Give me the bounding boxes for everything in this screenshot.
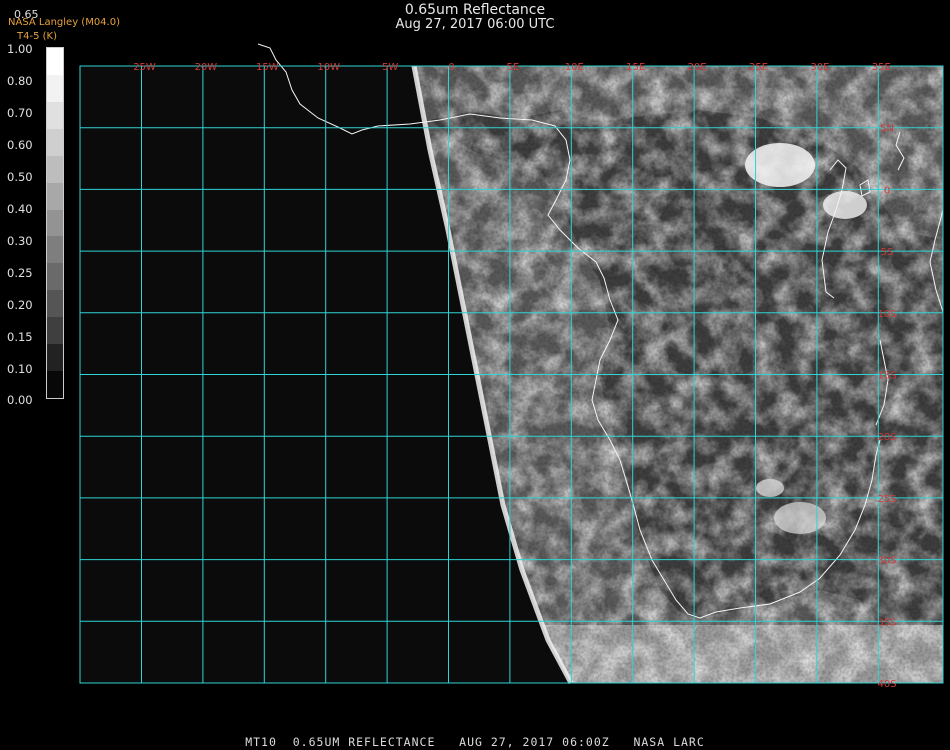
lat-label: 25S [877,494,896,505]
colorbar-tick-label: 0.70 [7,106,33,120]
colorbar-segment [47,209,63,237]
colorbar-segment [47,48,63,76]
lon-label: 25E [749,62,768,73]
lon-label: 35E [872,62,891,73]
colorbar-segment [47,344,63,372]
lon-label: 30E [810,62,829,73]
overlay-label: T4-5 (K) [17,31,57,42]
colorbar-segment [47,128,63,157]
colorbar-segment [47,236,63,264]
lon-label: 25W [133,62,156,73]
footer-caption: MT10 0.65UM REFLECTANCE AUG 27, 2017 06:… [245,735,705,749]
lon-label: 5E [507,62,520,73]
lat-label: 5N [880,124,894,135]
lon-label: 20E [688,62,707,73]
lat-label: 35S [877,617,896,628]
colorbar-segment [47,155,63,184]
colorbar-tick-label: 0.30 [7,234,33,248]
chart-title: 0.65um Reflectance [404,2,546,18]
chart-subtitle: Aug 27, 2017 06:00 UTC [395,17,555,32]
colorbar [46,47,64,399]
colorbar-tick-label: 0.60 [7,138,33,152]
colorbar-tick-label: 0.00 [7,393,33,407]
lat-label: 15S [877,371,896,382]
cloud-patch [774,502,826,534]
lon-label: 10E [565,62,584,73]
colorbar-segment [47,74,63,103]
lon-label: 15E [626,62,645,73]
colorbar-tick-label: 0.15 [7,330,33,344]
cloud-patch [823,191,867,219]
colorbar-segment [47,290,63,318]
lat-label: 5S [881,247,894,258]
lat-label: 30S [877,556,896,567]
colorbar-tick-label: 1.00 [7,42,33,56]
colorbar-segment [47,317,63,345]
lon-label: 5W [382,62,398,73]
colorbar-segment [47,182,63,211]
colorbar-tick-label: 0.25 [7,266,33,280]
lat-label: 10S [877,309,896,320]
colorbar-tick-label: 0.40 [7,202,33,216]
colorbar-tick-label: 0.10 [7,362,33,376]
lon-label: 20W [195,62,218,73]
lon-label: 0 [448,62,454,73]
colorbar-segment [47,263,63,291]
colorbar-tick-label: 0.20 [7,298,33,312]
lat-label: 40S [877,679,896,690]
satellite-map: 25W 20W 15W 10W 5W 0 5E 10E 15E 20E 25E 30E 35E 5N 0 5S… [79,43,944,690]
colorbar-segment [47,371,63,399]
colorbar-tick-label: 0.50 [7,170,33,184]
lon-label: 10W [317,62,340,73]
lat-label: 20S [877,432,896,443]
colorbar-tick-label: 0.80 [7,74,33,88]
lon-label: 15W [256,62,279,73]
lat-label: 0 [884,185,890,196]
source-label: NASA Langley (M04.0) [8,17,120,28]
cloud-patch [756,479,784,497]
colorbar-segment [47,101,63,130]
